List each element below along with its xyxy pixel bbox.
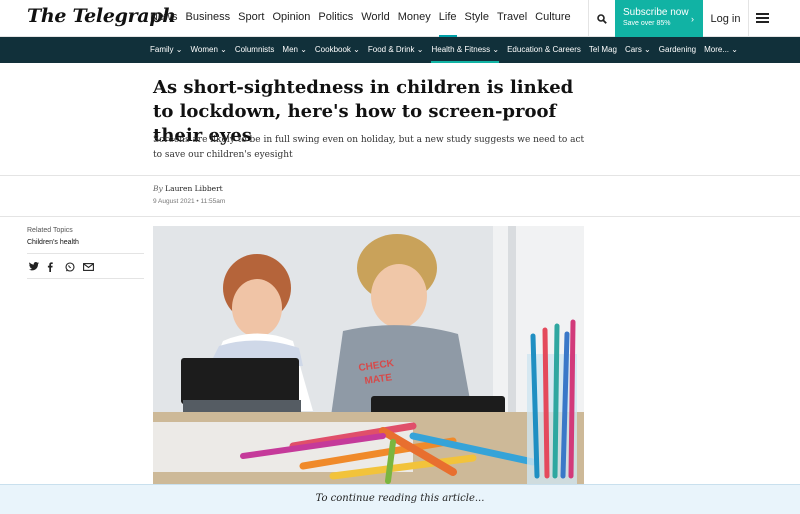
nav-politics[interactable]: Politics xyxy=(318,11,353,37)
subnav-columnists[interactable]: Columnists xyxy=(235,37,275,63)
publish-date: 9 August 2021 • 11:55am xyxy=(153,198,226,205)
author-link[interactable]: Lauren Libbert xyxy=(165,184,223,193)
nav-world[interactable]: World xyxy=(361,11,390,37)
email-icon[interactable] xyxy=(83,261,101,272)
divider xyxy=(27,278,144,279)
nav-style[interactable]: Style xyxy=(465,11,489,37)
top-bar: The Telegraph News Business Sport Opinio… xyxy=(0,0,800,37)
subnav-men[interactable]: Men ⌄ xyxy=(282,37,307,63)
search-icon xyxy=(597,13,607,24)
facebook-icon[interactable] xyxy=(47,261,65,272)
byline: By Lauren Libbert xyxy=(153,184,223,193)
nav-opinion[interactable]: Opinion xyxy=(272,11,310,37)
nav-business[interactable]: Business xyxy=(186,11,231,37)
subnav-health-fitness[interactable]: Health & Fitness ⌄ xyxy=(431,37,500,63)
hero-image: CHECK MATE xyxy=(153,226,584,484)
subnav-cookbook[interactable]: Cookbook ⌄ xyxy=(315,37,360,63)
paywall-banner[interactable]: To continue reading this article... xyxy=(0,484,800,514)
divider xyxy=(0,175,800,176)
nav-culture[interactable]: Culture xyxy=(535,11,570,37)
subnav-women[interactable]: Women ⌄ xyxy=(190,37,226,63)
twitter-icon[interactable] xyxy=(29,261,47,272)
subnav-tel-mag[interactable]: Tel Mag xyxy=(589,37,617,63)
nav-travel[interactable]: Travel xyxy=(497,11,527,37)
nav-money[interactable]: Money xyxy=(398,11,431,37)
search-button[interactable] xyxy=(588,0,615,37)
nav-life[interactable]: Life xyxy=(438,11,457,37)
divider xyxy=(0,216,800,217)
article-standfirst: Screens are likely to be in full swing e… xyxy=(153,135,585,160)
byline-prefix: By xyxy=(153,184,163,193)
related-topics-label: Related Topics xyxy=(27,227,73,234)
share-bar xyxy=(29,261,101,272)
subnav-gardening[interactable]: Gardening xyxy=(659,37,696,63)
menu-icon[interactable] xyxy=(756,13,769,24)
chevron-right-icon: › xyxy=(691,14,694,24)
nav-sport[interactable]: Sport xyxy=(238,11,264,37)
whatsapp-icon[interactable] xyxy=(65,261,83,272)
login-link[interactable]: Log in xyxy=(703,0,749,37)
main-nav: News Business Sport Opinion Politics Wor… xyxy=(150,11,579,37)
subnav-family[interactable]: Family ⌄ xyxy=(150,37,182,63)
subscribe-button[interactable]: Subscribe now Save over 85% › xyxy=(615,0,703,37)
subnav-cars[interactable]: Cars ⌄ xyxy=(625,37,651,63)
subnav-education-careers[interactable]: Education & Careers xyxy=(507,37,581,63)
subnav-more[interactable]: More... ⌄ xyxy=(704,37,738,63)
related-topic-link[interactable]: Children's health xyxy=(27,239,79,246)
nav-news[interactable]: News xyxy=(150,11,178,37)
section-subnav: Family ⌄ Women ⌄ Columnists Men ⌄ Cookbo… xyxy=(0,37,800,63)
divider xyxy=(27,253,144,254)
subnav-food-drink[interactable]: Food & Drink ⌄ xyxy=(368,37,424,63)
